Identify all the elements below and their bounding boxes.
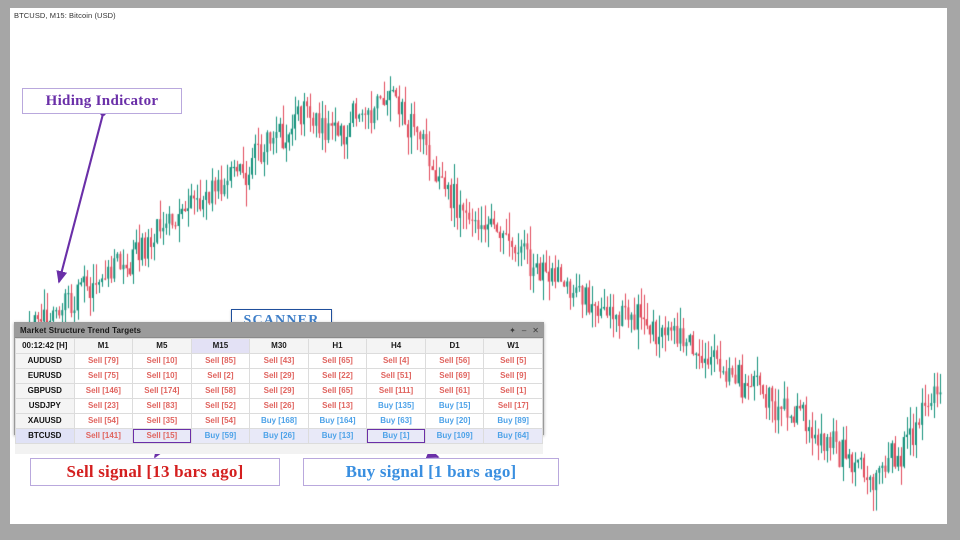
scanner-col-header-w1[interactable]: W1 [483, 338, 543, 354]
scanner-signal-cell[interactable]: Sell [26] [249, 398, 309, 414]
scanner-signal-cell[interactable]: Buy [89] [483, 413, 543, 429]
scanner-signal-cell[interactable]: Buy [13] [307, 428, 368, 444]
close-icon[interactable]: ✕ [532, 326, 539, 335]
scanner-symbol-label[interactable]: EURUSD [15, 368, 75, 384]
scanner-signal-cell[interactable]: Buy [168] [249, 413, 309, 429]
scanner-signal-cell[interactable]: Buy [26] [249, 428, 309, 444]
hiding-indicator-text: Hiding Indicator [45, 92, 159, 109]
scanner-signal-cell[interactable]: Sell [9] [483, 368, 543, 384]
scanner-signal-cell[interactable]: Sell [2] [190, 368, 251, 384]
scanner-panel-title: Market Structure Trend Targets [20, 325, 142, 335]
scanner-signal-cell[interactable]: Sell [65] [307, 353, 368, 369]
scanner-signal-cell[interactable]: Buy [63] [366, 413, 426, 429]
scanner-symbol-label[interactable]: USDJPY [15, 398, 75, 414]
scanner-signal-cell[interactable]: Sell [69] [424, 368, 485, 384]
scanner-signal-cell[interactable]: Buy [20] [424, 413, 485, 429]
pin-icon[interactable]: ✦ [509, 326, 516, 335]
scanner-signal-cell[interactable]: Sell [79] [73, 353, 134, 369]
scanner-col-header-m30[interactable]: M30 [249, 338, 309, 354]
scanner-col-header-d1[interactable]: D1 [424, 338, 485, 354]
scanner-table: 00:12:42 [H] M1 M5 M15 M30 H1 H4 D1 W1 AUDUSD Se… [15, 338, 543, 444]
scanner-signal-cell[interactable]: Sell [10] [132, 353, 192, 369]
scanner-signal-cell[interactable]: Sell [5] [483, 353, 543, 369]
scanner-table-head: 00:12:42 [H] M1 M5 M15 M30 H1 H4 D1 W1 [15, 338, 543, 354]
sell-signal-callout: Sell signal [13 bars ago] [30, 458, 280, 486]
scanner-signal-cell[interactable]: Sell [23] [73, 398, 134, 414]
scanner-signal-cell[interactable]: Sell [15] [132, 428, 192, 444]
scanner-col-header-m15[interactable]: M15 [190, 338, 251, 354]
scanner-signal-cell[interactable]: Buy [59] [190, 428, 251, 444]
minimize-icon[interactable]: – [522, 326, 526, 335]
scanner-row-gbpusd[interactable]: GBPUSD Sell [146] Sell [174] Sell [58] Sell … [15, 383, 543, 399]
scanner-signal-cell[interactable]: Sell [1] [483, 383, 543, 399]
scanner-signal-cell[interactable]: Sell [83] [132, 398, 192, 414]
scanner-col-header-m5[interactable]: M5 [132, 338, 192, 354]
scanner-signal-cell[interactable]: Buy [64] [483, 428, 543, 444]
scanner-signal-cell[interactable]: Sell [54] [73, 413, 134, 429]
scanner-signal-cell[interactable]: Sell [58] [190, 383, 251, 399]
screenshot-root: BTCUSD, M15: Bitcoin (USD) Hiding Indica… [0, 0, 960, 540]
scanner-col-header-m1[interactable]: M1 [73, 338, 134, 354]
scanner-timer-header: 00:12:42 [H] [15, 338, 75, 354]
scanner-symbol-label[interactable]: XAUUSD [15, 413, 75, 429]
hiding-indicator-callout: Hiding Indicator [22, 88, 182, 114]
scanner-signal-cell[interactable]: Sell [65] [307, 383, 368, 399]
scanner-window-controls: ✦ – ✕ [509, 323, 539, 338]
scanner-col-header-h4[interactable]: H4 [366, 338, 426, 354]
scanner-signal-cell[interactable]: Sell [13] [307, 398, 368, 414]
scanner-signal-cell[interactable]: Sell [61] [424, 383, 485, 399]
scanner-titlebar[interactable]: Market Structure Trend Targets ✦ – ✕ [15, 323, 543, 338]
scanner-signal-cell[interactable]: Sell [85] [190, 353, 251, 369]
scanner-signal-cell[interactable]: Sell [29] [249, 383, 309, 399]
scanner-signal-cell[interactable]: Buy [1] [366, 428, 426, 444]
scanner-signal-cell[interactable]: Buy [135] [366, 398, 426, 414]
scanner-row-btcusd[interactable]: BTCUSD Sell [141] Sell [15] Buy [59] Buy [26… [15, 428, 543, 444]
scanner-signal-cell[interactable]: Sell [35] [132, 413, 192, 429]
scanner-signal-cell[interactable]: Sell [52] [190, 398, 251, 414]
scanner-table-body: AUDUSD Sell [79] Sell [10] Sell [85] Sell [4… [15, 353, 543, 444]
scanner-panel[interactable]: Market Structure Trend Targets ✦ – ✕ 00:… [14, 322, 544, 454]
scanner-row-usdjpy[interactable]: USDJPY Sell [23] Sell [83] Sell [52] Sell [2… [15, 398, 543, 414]
scanner-col-header-h1[interactable]: H1 [307, 338, 368, 354]
scanner-signal-cell[interactable]: Sell [141] [73, 428, 134, 444]
scanner-signal-cell[interactable]: Sell [56] [424, 353, 485, 369]
scanner-signal-cell[interactable]: Sell [43] [249, 353, 309, 369]
scanner-row-eurusd[interactable]: EURUSD Sell [75] Sell [10] Sell [2] Sell [29… [15, 368, 543, 384]
scanner-panel-footer [15, 444, 543, 454]
scanner-row-xauusd[interactable]: XAUUSD Sell [54] Sell [35] Sell [54] Buy [16… [15, 413, 543, 429]
scanner-signal-cell[interactable]: Sell [111] [366, 383, 426, 399]
scanner-symbol-label[interactable]: GBPUSD [15, 383, 75, 399]
scanner-signal-cell[interactable]: Buy [109] [424, 428, 485, 444]
scanner-signal-cell[interactable]: Sell [51] [366, 368, 426, 384]
scanner-signal-cell[interactable]: Sell [17] [483, 398, 543, 414]
scanner-signal-cell[interactable]: Sell [4] [366, 353, 426, 369]
buy-signal-callout: Buy signal [1 bars ago] [303, 458, 559, 486]
sell-signal-text: Sell signal [13 bars ago] [66, 462, 244, 481]
scanner-signal-cell[interactable]: Sell [29] [249, 368, 309, 384]
scanner-signal-cell[interactable]: Sell [22] [307, 368, 368, 384]
scanner-signal-cell[interactable]: Sell [174] [132, 383, 192, 399]
scanner-header-row: 00:12:42 [H] M1 M5 M15 M30 H1 H4 D1 W1 [15, 338, 543, 354]
scanner-signal-cell[interactable]: Sell [10] [132, 368, 192, 384]
scanner-signal-cell[interactable]: Sell [54] [190, 413, 251, 429]
scanner-signal-cell[interactable]: Buy [164] [307, 413, 368, 429]
scanner-symbol-label[interactable]: BTCUSD [15, 428, 75, 444]
scanner-signal-cell[interactable]: Buy [15] [424, 398, 485, 414]
scanner-signal-cell[interactable]: Sell [75] [73, 368, 134, 384]
buy-signal-text: Buy signal [1 bars ago] [345, 462, 517, 481]
scanner-signal-cell[interactable]: Sell [146] [73, 383, 134, 399]
scanner-row-audusd[interactable]: AUDUSD Sell [79] Sell [10] Sell [85] Sell [4… [15, 353, 543, 369]
scanner-symbol-label[interactable]: AUDUSD [15, 353, 75, 369]
